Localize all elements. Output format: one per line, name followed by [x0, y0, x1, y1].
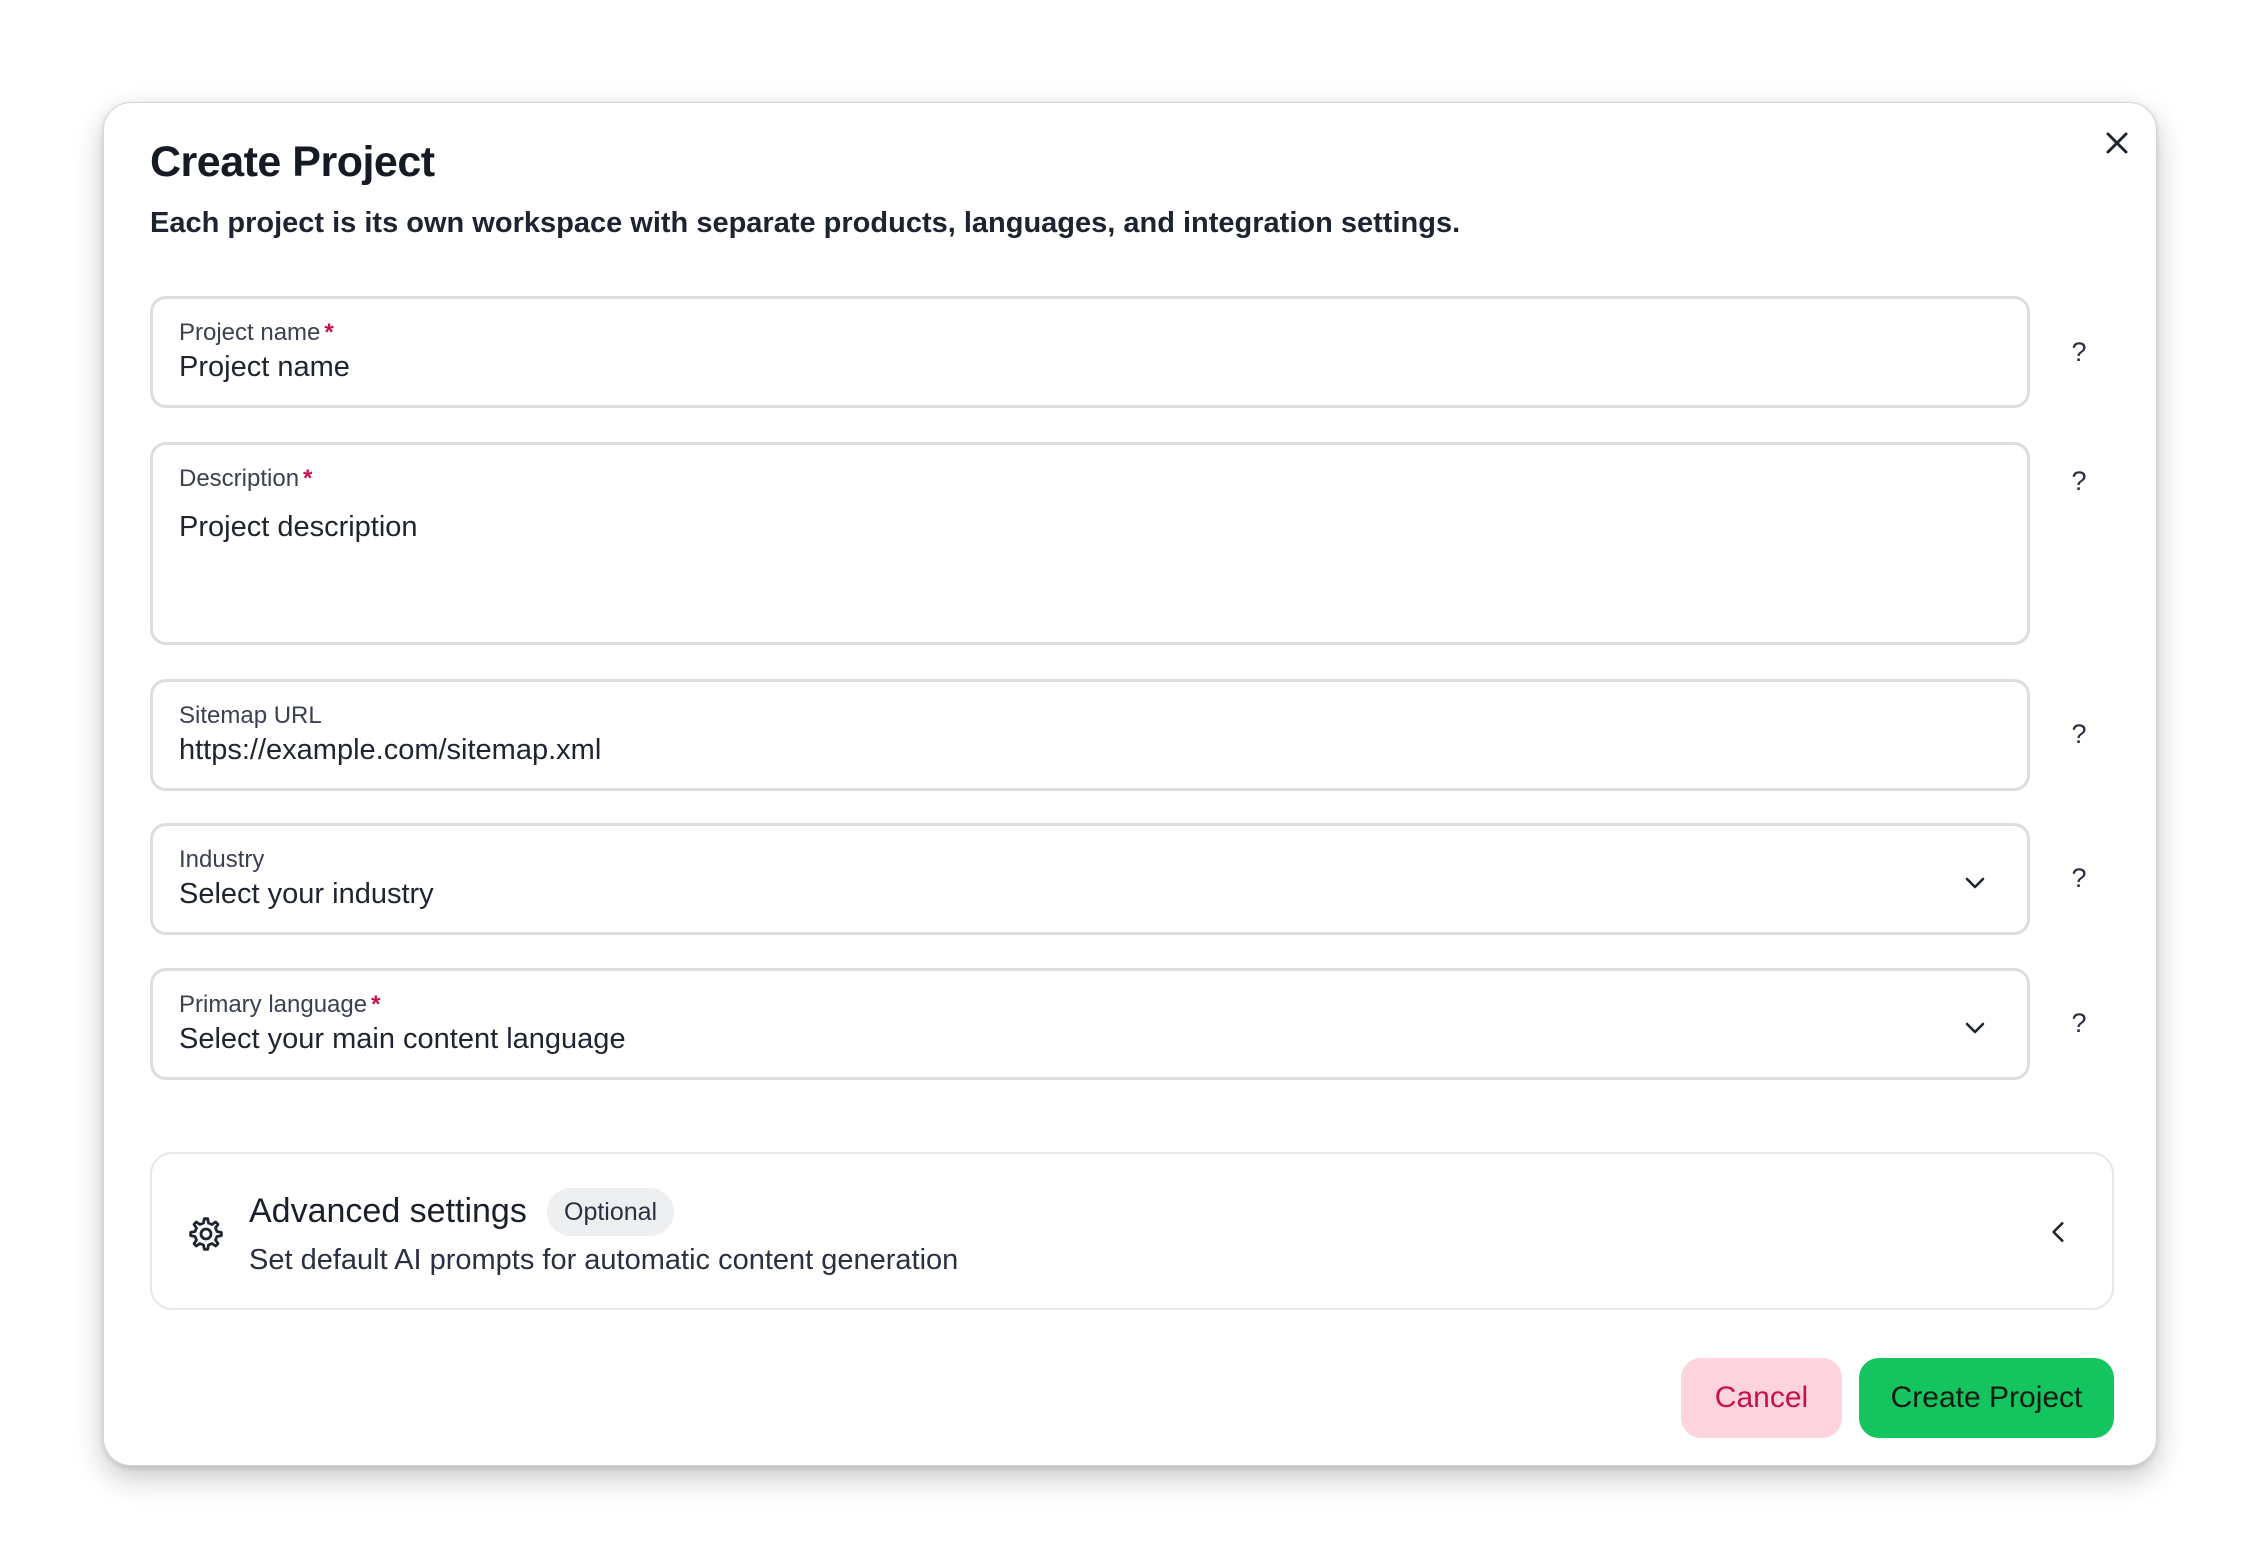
description-textarea[interactable]: Project description — [179, 511, 418, 544]
sitemap-url-help-icon[interactable]: ? — [2062, 717, 2096, 751]
required-marker: * — [324, 319, 334, 346]
optional-badge: Optional — [547, 1188, 675, 1236]
sitemap-url-input[interactable]: https://example.com/sitemap.xml — [179, 734, 601, 767]
sitemap-url-label: Sitemap URL — [179, 702, 322, 729]
close-button[interactable] — [2098, 124, 2136, 162]
chevron-down-icon — [1965, 1022, 1985, 1034]
primary-language-value: Select your main content language — [179, 1023, 626, 1055]
chevron-left-icon — [2052, 1222, 2064, 1242]
advanced-settings-description: Set default AI prompts for automatic con… — [249, 1244, 959, 1276]
industry-help-icon[interactable]: ? — [2062, 861, 2096, 895]
gear-icon — [189, 1217, 223, 1251]
create-project-button[interactable]: Create Project — [1859, 1358, 2114, 1438]
industry-select[interactable]: Industry Select your industry — [150, 823, 2030, 935]
required-marker: * — [371, 991, 381, 1018]
advanced-settings-title: Advanced settings — [249, 1192, 527, 1230]
industry-value: Select your industry — [179, 878, 434, 910]
industry-label: Industry — [179, 846, 265, 873]
description-field[interactable]: Description * Project description — [150, 442, 2030, 645]
sitemap-url-field[interactable]: Sitemap URL https://example.com/sitemap.… — [150, 679, 2030, 791]
description-help-icon[interactable]: ? — [2062, 464, 2096, 498]
primary-language-help-icon[interactable]: ? — [2062, 1006, 2096, 1040]
dialog-subtitle: Each project is its own workspace with s… — [150, 207, 1461, 239]
project-name-help-icon[interactable]: ? — [2062, 335, 2096, 369]
advanced-settings-toggle[interactable]: Advanced settings Optional Set default A… — [150, 1152, 2114, 1310]
primary-language-select[interactable]: Primary language * Select your main conte… — [150, 968, 2030, 1080]
close-icon — [2106, 132, 2128, 154]
required-marker: * — [303, 465, 313, 492]
primary-language-label: Primary language * — [179, 991, 381, 1018]
project-name-input[interactable]: Project name — [179, 351, 350, 384]
project-name-field[interactable]: Project name * Project name — [150, 296, 2030, 408]
chevron-down-icon — [1965, 877, 1985, 889]
dialog-title: Create Project — [150, 138, 435, 186]
project-name-label: Project name * — [179, 319, 334, 346]
description-label: Description * — [179, 465, 313, 492]
cancel-button[interactable]: Cancel — [1681, 1358, 1842, 1438]
